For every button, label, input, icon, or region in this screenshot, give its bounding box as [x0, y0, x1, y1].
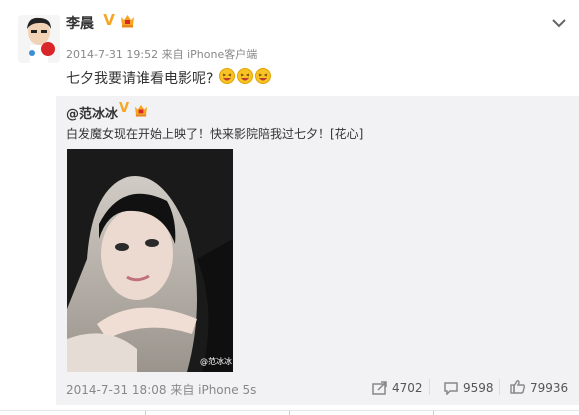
- divider: [499, 379, 500, 395]
- verified-v-icon: V: [103, 11, 115, 29]
- forward-icon[interactable]: [372, 380, 388, 395]
- vip-crown-icon: [120, 13, 135, 28]
- repost-text: 白发魔女现在开始上映了！快来影院陪我过七夕！[花心]: [66, 127, 364, 141]
- photo-watermark: @范冰冰: [200, 357, 232, 366]
- verified-v-icon: V: [118, 101, 130, 116]
- laughing-emoji-icon: [237, 68, 253, 84]
- repost-author[interactable]: @范冰冰: [66, 103, 118, 122]
- author-avatar[interactable]: [18, 15, 60, 63]
- laughing-emoji-icon: [255, 68, 271, 84]
- divider: [429, 379, 430, 395]
- comment-count[interactable]: 9598: [463, 381, 494, 395]
- thumbs-up-icon[interactable]: [510, 379, 526, 394]
- repost-timestamp-source[interactable]: 2014-7-31 18:08 来自 iPhone 5s: [66, 381, 256, 398]
- forward-count[interactable]: 4702: [392, 381, 423, 395]
- author-name[interactable]: 李晨: [66, 13, 94, 33]
- chevron-down-icon[interactable]: [551, 14, 567, 28]
- comment-icon[interactable]: [443, 380, 459, 396]
- divider: [433, 411, 434, 415]
- divider: [145, 411, 146, 415]
- divider: [289, 411, 290, 415]
- like-count[interactable]: 79936: [530, 381, 568, 395]
- vip-crown-icon: [134, 102, 148, 117]
- post-timestamp-source[interactable]: 2014-7-31 19:52 来自 iPhone客户端: [66, 46, 257, 62]
- post-content: 七夕我要请谁看电影呢?: [66, 71, 214, 87]
- repost-photo[interactable]: [67, 149, 233, 372]
- laughing-emoji-icon: [219, 68, 235, 84]
